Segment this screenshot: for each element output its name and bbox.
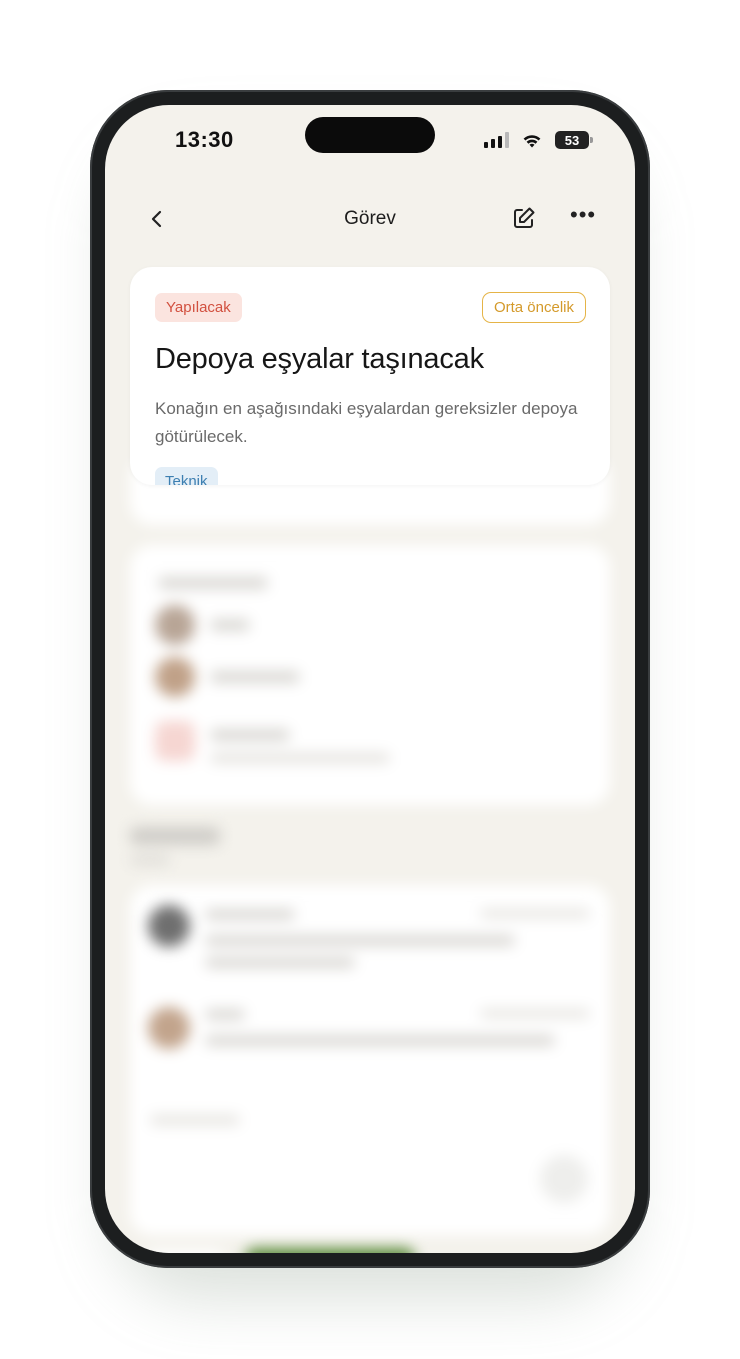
- blurred-heading: [130, 827, 220, 845]
- phone-frame: 13:30 53 Görev ••• Yapılacak Orta önceli…: [90, 90, 650, 1268]
- page-title: Görev: [344, 208, 396, 229]
- nav-bar: Görev •••: [105, 200, 635, 240]
- blurred-card-assignees: [130, 545, 610, 805]
- task-description: Konağın en aşağısındaki eşyalardan gerek…: [155, 399, 578, 446]
- task-tag[interactable]: Teknik: [155, 467, 218, 485]
- blurred-secondary-button: [145, 1250, 225, 1253]
- cellular-signal-icon: [484, 132, 509, 148]
- status-time: 13:30: [175, 127, 234, 152]
- blurred-primary-button: [245, 1248, 415, 1253]
- task-card: Yapılacak Orta öncelik Depoya eşyalar ta…: [130, 267, 610, 485]
- task-title: Depoya eşyalar taşınacak: [155, 343, 484, 375]
- dynamic-island: [305, 117, 435, 153]
- blurred-subheading: [130, 855, 170, 865]
- status-icons: 53: [484, 131, 593, 149]
- battery-icon: 53: [555, 131, 593, 149]
- priority-badge[interactable]: Orta öncelik: [481, 292, 586, 323]
- ellipsis-icon[interactable]: •••: [570, 202, 596, 228]
- screen: 13:30 53 Görev ••• Yapılacak Orta önceli…: [105, 105, 635, 1253]
- pencil-icon[interactable]: [511, 204, 537, 232]
- wifi-icon: [523, 134, 541, 147]
- status-badge[interactable]: Yapılacak: [155, 293, 242, 322]
- blurred-card-comments: [130, 885, 610, 1235]
